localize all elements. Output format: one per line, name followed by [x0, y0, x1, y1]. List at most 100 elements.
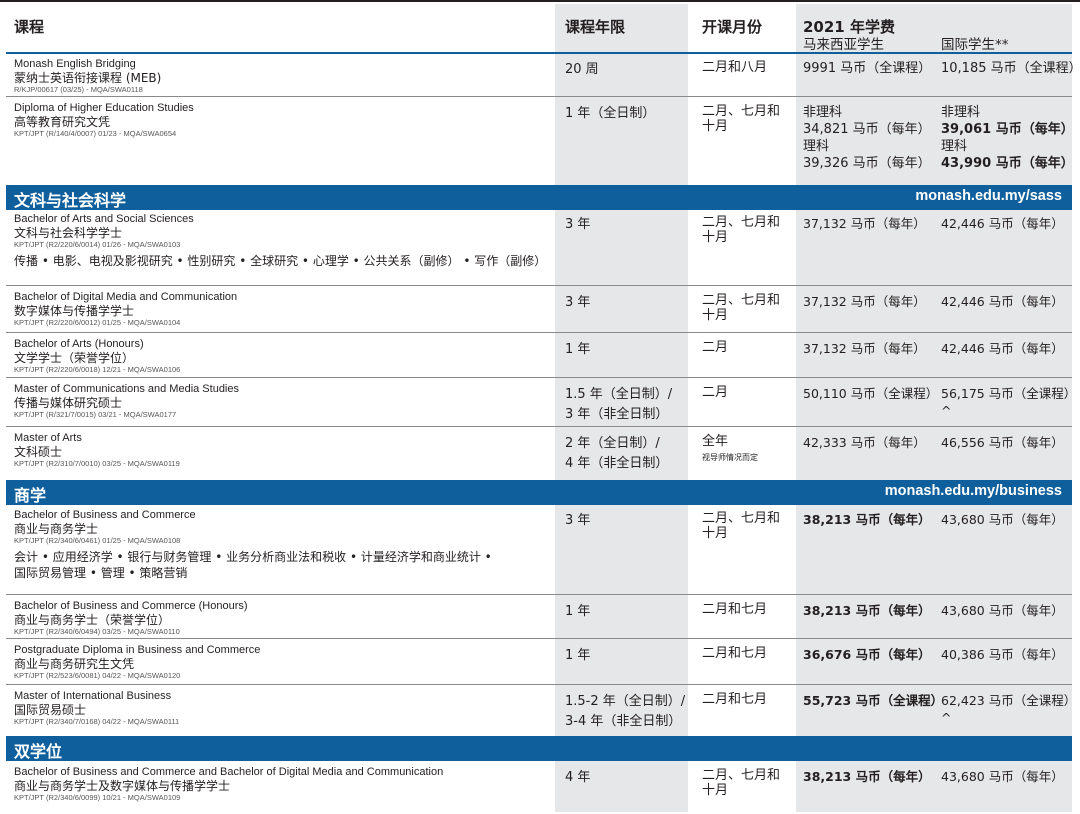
course-name-en: Bachelor of Business and Commerce	[14, 509, 196, 521]
course-name-zh: 商业与商务研究生文凭	[14, 657, 135, 671]
fee-value: 42,446 马币（每年）	[941, 294, 1064, 309]
fee-malaysian-cell: 38,213 马币（每年）	[803, 768, 931, 785]
course-cell: Bachelor of Business and Commerce 商业与商务学士…	[14, 509, 554, 581]
header-intake: 开课月份	[702, 18, 763, 36]
course-code: KPT/JPT (R2/220/6/0012) 01/25 - MQA/SWA0…	[14, 318, 181, 327]
course-name-en: Bachelor of Business and Commerce and Ba…	[14, 766, 444, 778]
course-cell: Master of Communications and Media Studi…	[14, 383, 554, 420]
header-course: 课程	[14, 18, 45, 36]
duration-cell: 1 年（全日制）	[565, 106, 656, 121]
duration-cell: 1 年	[565, 342, 591, 357]
course-code: KPT/JPT (R2/220/6/0014) 01/26 - MQA/SWA0…	[14, 240, 181, 249]
fee-international-cell: 56,175 马币（全课程）^	[941, 385, 1080, 419]
fee-line: 43,990 马币（每年）	[941, 156, 1074, 171]
header-malaysian: 马来西亚学生	[803, 37, 884, 53]
course-name-en: Master of Communications and Media Studi…	[14, 383, 239, 395]
course-name-zh: 高等教育研究文凭	[14, 115, 111, 129]
fee-international-cell: 42,446 马币（每年）	[941, 293, 1064, 310]
table-row: Bachelor of Business and Commerce 商业与商务学士…	[0, 505, 1080, 596]
fee-value: 36,676 马币（每年）	[803, 647, 931, 662]
table-row: Bachelor of Business and Commerce (Honou…	[0, 596, 1080, 640]
fee-malaysian-cell: 9991 马币（全课程）	[803, 60, 931, 77]
duration-cell: 1 年	[565, 604, 591, 619]
section-title: 文科与社会科学	[14, 191, 127, 210]
duration-cell: 3 年	[565, 513, 591, 528]
course-code: KPT/JPT (R/140/4/0007) 01/23 - MQA/SWA06…	[14, 129, 177, 138]
course-cell: Bachelor of Arts and Social Sciences 文科与社…	[14, 213, 554, 269]
table-row: Master of Communications and Media Studi…	[0, 379, 1080, 428]
fee-value: 10,185 马币（全课程）	[941, 61, 1080, 76]
header-duration: 课程年限	[565, 18, 626, 36]
intake-value: 二月	[702, 340, 729, 355]
fee-value: 46,556 马币（每年）	[941, 435, 1064, 450]
fee-line: 34,821 马币（每年）	[803, 122, 931, 137]
fee-malaysian-cell: 42,333 马币（每年）	[803, 434, 926, 451]
intake-value: 全年	[702, 434, 729, 449]
fee-value: 37,132 马币（每年）	[803, 216, 926, 231]
row-divider	[6, 332, 1072, 333]
course-code: KPT/JPT (R2/340/7/0168) 04/22 - MQA/SWA0…	[14, 717, 180, 726]
fee-international-cell: 43,680 马币（每年）	[941, 511, 1064, 528]
intake-value: 二月、七月和 十月	[702, 293, 781, 323]
fee-line: 理科	[941, 139, 968, 154]
course-name-zh: 蒙纳士英语衔接课程 (MEB)	[14, 71, 162, 85]
row-divider	[6, 594, 1072, 595]
table-row: Diploma of Higher Education Studies 高等教育研…	[0, 98, 1080, 184]
fee-value: 43,680 马币（每年）	[941, 512, 1064, 527]
fee-international-cell: 42,446 马币（每年）	[941, 215, 1064, 232]
header-international: 国际学生**	[941, 37, 1009, 53]
table-row: Bachelor of Digital Media and Communicat…	[0, 287, 1080, 334]
course-name-en: Master of Arts	[14, 432, 82, 444]
fee-value: 50,110 马币（全课程）	[803, 386, 939, 401]
intake-value: 二月、七月和 十月	[702, 215, 781, 245]
section-header: 文科与社会科学 monash.edu.my/sass	[6, 185, 1072, 210]
fee-malaysian-cell: 37,132 马币（每年）	[803, 340, 926, 357]
fee-international-cell: 非理科 39,061 马币（每年） 理科 43,990 马币（每年）	[941, 104, 1074, 172]
table-row: Bachelor of Arts (Honours) 文学学士（荣誉学位） KPT/…	[0, 334, 1080, 379]
fee-value: 38,213 马币（每年）	[803, 512, 931, 527]
fee-international-cell: 43,680 马币（每年）	[941, 768, 1064, 785]
fee-international-cell: 10,185 马币（全课程）	[941, 60, 1080, 77]
course-name-zh: 数字媒体与传播学学士	[14, 304, 135, 318]
fee-table: 课程 课程年限 开课月份 2021 年学费 马来西亚学生 国际学生** Mona…	[0, 0, 1080, 814]
fee-international-cell: 43,680 马币（每年）	[941, 602, 1064, 619]
fee-value: 38,213 马币（每年）	[803, 603, 931, 618]
fee-line: 理科	[803, 139, 830, 154]
fee-value: 42,333 马币（每年）	[803, 435, 926, 450]
fee-malaysian-cell: 37,132 马币（每年）	[803, 215, 926, 232]
row-divider	[6, 684, 1072, 685]
intake-cell: 二月、七月和 十月	[702, 293, 780, 323]
intake-cell: 二月和七月	[702, 646, 767, 661]
table-row: Master of Arts 文科硕士 KPT/JPT (R2/310/7/0010…	[0, 428, 1080, 473]
duration-cell: 1.5 年（全日制）/ 3 年（非全日制）	[565, 387, 673, 422]
section-header: 商学 monash.edu.my/business	[6, 480, 1072, 505]
course-cell: Postgraduate Diploma in Business and Com…	[14, 644, 554, 681]
course-code: KPT/JPT (R2/340/6/0461) 01/25 - MQA/SWA0…	[14, 536, 181, 545]
fee-malaysian-cell: 55,723 马币（全课程）	[803, 692, 943, 709]
course-name-en: Bachelor of Arts and Social Sciences	[14, 213, 194, 225]
course-name-en: Master of International Business	[14, 690, 172, 702]
fee-international-cell: 42,446 马币（每年）	[941, 340, 1064, 357]
duration-cell: 3 年	[565, 295, 591, 310]
intake-note: 视导师情况而定	[702, 453, 758, 462]
row-divider	[6, 638, 1072, 639]
fee-malaysian-cell: 37,132 马币（每年）	[803, 293, 926, 310]
fee-value: 38,213 马币（每年）	[803, 769, 931, 784]
row-divider	[6, 96, 1072, 97]
section-url[interactable]: monash.edu.my/sass	[915, 188, 1062, 204]
fee-value: 9991 马币（全课程）	[803, 61, 932, 76]
fee-value: 42,446 马币（每年）	[941, 341, 1064, 356]
section-url[interactable]: monash.edu.my/business	[885, 483, 1062, 499]
course-code: KPT/JPT (R2/340/6/0494) 03/25 - MQA/SWA0…	[14, 627, 180, 636]
intake-cell: 二月	[702, 340, 728, 355]
course-name-en: Diploma of Higher Education Studies	[14, 102, 194, 114]
fee-value: 62,423 马币（全课程）^	[941, 693, 1077, 725]
fee-malaysian-cell: 非理科 34,821 马币（每年） 理科 39,326 马币（每年）	[803, 104, 931, 172]
table-row: Bachelor of Business and Commerce and Ba…	[0, 762, 1080, 810]
fee-value: 40,386 马币（每年）	[941, 647, 1064, 662]
course-name-zh: 商业与商务学士	[14, 522, 99, 536]
duration-cell: 2 年（全日制）/ 4 年（非全日制）	[565, 436, 669, 471]
section-header: 双学位	[6, 736, 1072, 761]
intake-value: 二月和八月	[702, 60, 768, 75]
course-code: KPT/JPT (R2/310/7/0010) 03/25 - MQA/SWA0…	[14, 459, 180, 468]
